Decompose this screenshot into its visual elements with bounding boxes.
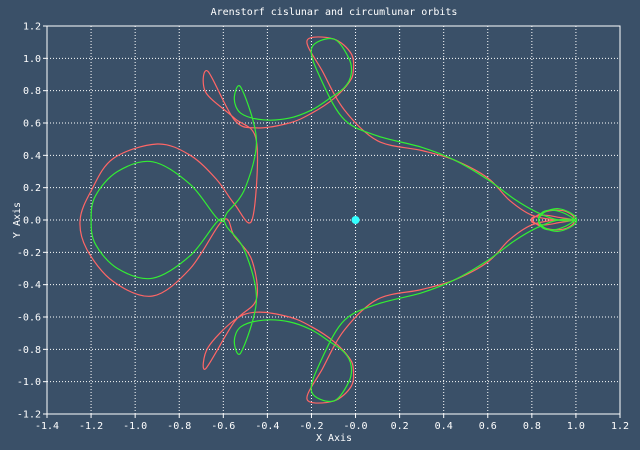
x-tick-label: -1.2 (79, 421, 103, 432)
x-tick-label: 1.0 (567, 421, 585, 432)
x-tick-label: -0.0 (343, 421, 367, 432)
y-tick-label: 0.4 (23, 151, 41, 162)
arenstorf-orbit-chart: Arenstorf cislunar and circumlunar orbit… (0, 0, 640, 450)
y-tick-label: -0.6 (17, 313, 41, 324)
x-tick-label: 0.6 (479, 421, 497, 432)
y-tick-label: 0.6 (23, 119, 41, 130)
x-tick-label: 0.2 (391, 421, 409, 432)
x-tick-label: 0.4 (435, 421, 453, 432)
x-tick-label: -0.4 (255, 421, 279, 432)
y-tick-label: -0.8 (17, 345, 41, 356)
x-tick-label: -0.8 (167, 421, 191, 432)
y-tick-label: 0.8 (23, 86, 41, 97)
y-axis-label: Y Axis (12, 202, 23, 238)
x-tick-label: -0.6 (211, 421, 235, 432)
x-tick-label: -1.0 (123, 421, 147, 432)
y-tick-label: -0.2 (17, 248, 41, 259)
x-tick-label: 0.8 (523, 421, 541, 432)
moon-marker (351, 216, 360, 224)
x-tick-label: 1.2 (611, 421, 629, 432)
y-tick-label: 1.0 (23, 54, 41, 65)
x-tick-label: -0.2 (299, 421, 323, 432)
y-tick-label: 1.2 (23, 22, 41, 33)
x-axis-label: X Axis (316, 433, 352, 444)
chart-title: Arenstorf cislunar and circumlunar orbit… (211, 7, 458, 18)
y-tick-label: 0.2 (23, 183, 41, 194)
chart-root: Arenstorf cislunar and circumlunar orbit… (0, 0, 640, 450)
y-tick-label: 0.0 (23, 216, 41, 227)
x-tick-label: -1.4 (35, 421, 59, 432)
y-tick-label: -1.0 (17, 377, 41, 388)
y-tick-label: -0.4 (17, 280, 41, 291)
moon-marker-group (351, 216, 360, 224)
y-tick-label: -1.2 (17, 410, 41, 421)
